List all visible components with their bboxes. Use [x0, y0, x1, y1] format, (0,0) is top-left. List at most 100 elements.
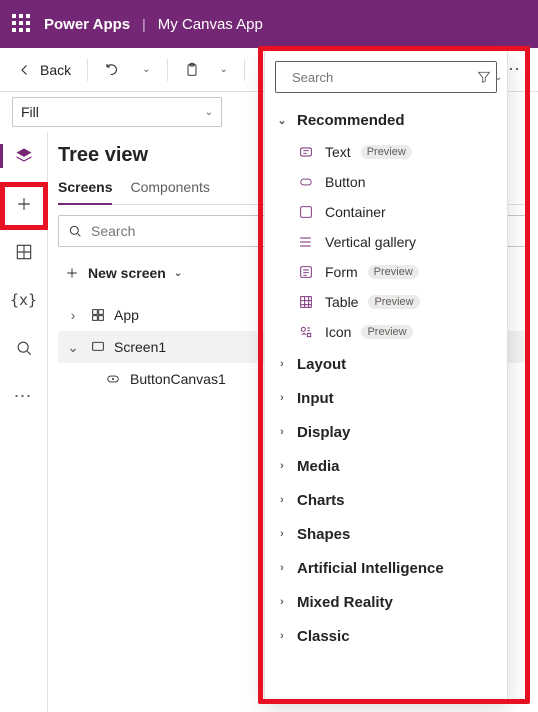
preview-badge: Preview [368, 265, 419, 279]
insert-item-label: Button [325, 174, 365, 190]
chevron-right-icon: › [275, 358, 289, 370]
button-icon [297, 173, 315, 191]
search-icon [67, 223, 83, 239]
table-icon [297, 293, 315, 311]
rail-data[interactable] [6, 234, 42, 270]
divider: | [142, 16, 146, 32]
paste-button[interactable] [176, 54, 208, 86]
category-media[interactable]: › Media [271, 449, 501, 483]
insert-item-vertical-gallery[interactable]: Vertical gallery [271, 227, 501, 257]
rail-insert[interactable] [6, 186, 42, 222]
variable-icon: {x} [10, 291, 37, 309]
left-nav-rail: {x} ⋯ [0, 132, 48, 712]
layers-icon [14, 146, 34, 166]
separator [87, 59, 88, 81]
new-screen-label: New screen [88, 265, 166, 281]
category-recommended[interactable]: ⌄ Recommended [271, 103, 501, 137]
insert-item-table[interactable]: Table Preview [271, 287, 501, 317]
insert-item-form[interactable]: Form Preview [271, 257, 501, 287]
separator [244, 59, 245, 81]
category-mixed-reality[interactable]: › Mixed Reality [271, 585, 501, 619]
insert-item-icon[interactable]: Icon Preview [271, 317, 501, 347]
undo-button[interactable] [96, 54, 130, 86]
app-name-label: My Canvas App [158, 16, 263, 33]
insert-item-label: Form [325, 264, 358, 280]
form-icon [297, 263, 315, 281]
preview-badge: Preview [368, 295, 419, 309]
ellipsis-icon: ⋯ [14, 386, 34, 407]
category-input[interactable]: ›Input [271, 381, 501, 415]
tree-node-label: Screen1 [114, 339, 166, 355]
category-shapes[interactable]: › Shapes [271, 517, 501, 551]
category-classic[interactable]: › Classic [271, 619, 501, 653]
paste-split-button[interactable]: ⌄ [212, 54, 236, 86]
undo-split-button[interactable]: ⌄ [134, 54, 158, 86]
tree-node-label: ButtonCanvas1 [130, 371, 226, 387]
screen-icon [90, 339, 106, 355]
separator [167, 59, 168, 81]
insert-search-input[interactable] [292, 70, 468, 85]
filter-icon [476, 69, 492, 85]
category-ai[interactable]: › Artificial Intelligence [271, 551, 501, 585]
preview-badge: Preview [361, 325, 412, 339]
category-charts[interactable]: › Charts [271, 483, 501, 517]
chevron-right-icon: › [64, 307, 82, 323]
insert-item-container[interactable]: Container [271, 197, 501, 227]
filter-button[interactable]: ⌄ [476, 69, 502, 85]
category-layout[interactable]: › Layout [271, 347, 501, 381]
chevron-right-icon: › [275, 562, 289, 574]
chevron-right-icon: › [275, 426, 289, 438]
property-select[interactable]: Fill ⌄ [12, 97, 222, 127]
insert-item-button[interactable]: Button [271, 167, 501, 197]
chevron-down-icon: ⌄ [275, 114, 289, 127]
chevron-right-icon: › [275, 528, 289, 540]
search-icon [14, 338, 34, 358]
category-label: Mixed Reality [297, 594, 393, 611]
back-button[interactable]: Back [8, 54, 79, 86]
rail-variables[interactable]: {x} [6, 282, 42, 318]
plus-icon [64, 265, 80, 281]
insert-item-label: Vertical gallery [325, 234, 416, 250]
brand-label: Power Apps [44, 16, 130, 33]
rail-overflow[interactable]: ⋯ [6, 378, 42, 414]
insert-item-text[interactable]: Text Preview [271, 137, 501, 167]
insert-item-label: Icon [325, 324, 351, 340]
undo-icon [104, 61, 122, 79]
category-display[interactable]: › Display [271, 415, 501, 449]
container-icon [297, 203, 315, 221]
insert-list[interactable]: ⌄ Recommended Text Preview Button Contai… [265, 103, 507, 699]
button-icon [104, 372, 122, 386]
category-label: Shapes [297, 526, 350, 543]
category-label: Recommended [297, 112, 405, 129]
tab-components[interactable]: Components [130, 179, 209, 204]
insert-item-label: Text [325, 144, 351, 160]
app-bar: Power Apps | My Canvas App [0, 0, 538, 48]
clipboard-icon [184, 62, 200, 78]
insert-panel: ⌄ ⌄ Recommended Text Preview Button Cont… [264, 50, 508, 700]
category-label: Classic [297, 628, 350, 645]
chevron-right-icon: › [275, 460, 289, 472]
category-label: Media [297, 458, 340, 475]
category-label: Layout [297, 356, 346, 373]
category-label: Artificial Intelligence [297, 560, 444, 577]
chevron-down-icon: ⌄ [205, 107, 213, 118]
waffle-icon[interactable] [12, 14, 32, 34]
category-label: Input [297, 390, 334, 407]
insert-item-label: Table [325, 294, 358, 310]
icon-shapes-icon [297, 323, 315, 341]
text-icon [297, 143, 315, 161]
back-label: Back [40, 62, 71, 78]
rail-search[interactable] [6, 330, 42, 366]
chevron-right-icon: › [275, 494, 289, 506]
insert-item-label: Container [325, 204, 386, 220]
tab-screens[interactable]: Screens [58, 179, 112, 205]
grid-icon [14, 242, 34, 262]
preview-badge: Preview [361, 145, 412, 159]
chevron-right-icon: › [275, 596, 289, 608]
property-select-label: Fill [21, 104, 39, 120]
chevron-right-icon: › [275, 630, 289, 642]
rail-tree-view[interactable] [6, 138, 42, 174]
category-label: Charts [297, 492, 345, 509]
insert-search[interactable]: ⌄ [275, 61, 497, 93]
category-label: Display [297, 424, 350, 441]
